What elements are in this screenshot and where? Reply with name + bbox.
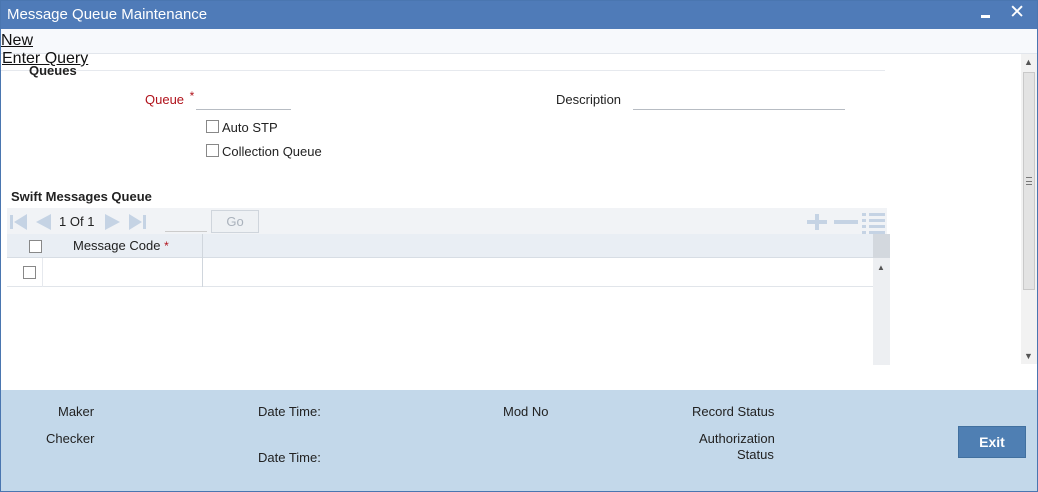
required-marker: * [164,239,169,253]
scrollbar-grip-icon [1026,177,1032,185]
grid-header: Message Code * [7,234,873,258]
row-select-cell [7,258,43,287]
column-header-message-code: Message Code * [73,238,169,253]
mod-no-label: Mod No [503,404,549,419]
title-bar: Message Queue Maintenance ✕ [1,1,1037,29]
go-button[interactable]: Go [211,210,259,233]
scroll-down-icon[interactable]: ▼ [1024,351,1033,361]
grid-scrollbar-header [873,234,890,258]
exit-button[interactable]: Exit [958,426,1026,458]
auto-stp-label: Auto STP [222,120,278,135]
collection-queue-checkbox[interactable] [206,144,219,157]
queue-label: Queue * [145,89,195,107]
window-title: Message Queue Maintenance [7,6,208,23]
checker-date-time-label: Date Time: [258,450,321,465]
collection-queue-label: Collection Queue [222,144,322,159]
delete-row-icon[interactable] [833,212,859,232]
maker-date-time-label: Date Time: [258,404,321,419]
next-page-icon[interactable] [103,213,123,231]
page-scrollbar[interactable]: ▲ ▼ [1021,54,1037,364]
table-row[interactable] [7,258,873,287]
auto-stp-checkbox[interactable] [206,120,219,133]
message-code-cell[interactable] [43,258,203,287]
grid-scrollbar[interactable]: ▲ [873,234,890,365]
first-page-icon[interactable] [9,213,29,231]
add-row-icon[interactable] [805,212,829,232]
close-icon[interactable]: ✕ [1009,1,1025,24]
queues-section-title: Queues [29,63,77,78]
queue-input[interactable] [196,90,291,110]
authorization-label: Authorization [699,431,775,446]
record-status-label: Record Status [692,404,775,419]
description-input[interactable] [633,90,845,110]
description-label: Description [556,92,622,107]
page-number-input[interactable] [165,212,207,232]
column-divider [202,234,203,258]
last-page-icon[interactable] [127,213,147,231]
total-pages: 1 [87,214,95,229]
section-divider [1,70,885,71]
swift-messages-grid: Message Code * ▲ [7,234,890,365]
page-of-label: Of [69,214,84,229]
grid-toolbar: 1 Of 1 Go [7,208,887,234]
row-checkbox[interactable] [23,266,36,279]
single-view-icon[interactable] [861,212,887,234]
required-marker: * [189,89,195,103]
audit-footer: Maker Checker Date Time: Date Time: Mod … [1,390,1037,491]
message-queue-maintenance-window: Message Queue Maintenance ✕ New Enter Qu… [0,0,1038,492]
grid-scroll-up-icon[interactable]: ▲ [877,263,885,272]
maker-label: Maker [58,404,95,419]
authorization-status-label: Status [737,447,774,462]
checker-label: Checker [46,431,95,446]
previous-page-icon[interactable] [33,213,53,231]
scroll-up-icon[interactable]: ▲ [1024,57,1033,67]
current-page: 1 [59,214,67,229]
main-content: Queues Queue * Description Auto STP Coll… [1,54,1021,390]
select-all-checkbox[interactable] [29,240,42,253]
pager-text: 1 Of 1 [59,214,94,229]
new-link[interactable]: New [1,32,33,50]
swift-messages-queue-title: Swift Messages Queue [11,189,152,204]
minimize-icon[interactable] [979,4,993,24]
action-menu-bar: New [1,29,1037,54]
